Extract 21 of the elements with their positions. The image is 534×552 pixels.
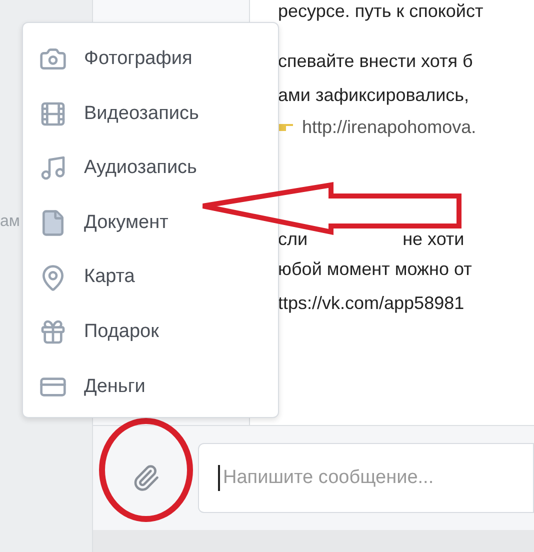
menu-item[interactable]: Карта xyxy=(23,250,143,305)
menu-item[interactable]: Подарок xyxy=(23,304,167,360)
sidebar-text: ам xyxy=(0,213,20,230)
menu-item[interactable]: Фотография xyxy=(23,32,200,87)
menu-item[interactable]: Документ xyxy=(23,196,176,250)
music-note-icon xyxy=(39,154,67,182)
message-text: юбой момент можно от xyxy=(278,258,472,281)
message-text: сли xyxy=(278,228,308,251)
film-icon xyxy=(39,100,67,128)
menu-item[interactable]: Видеозапись xyxy=(23,86,207,142)
message-text: спевайте внести хотя б xyxy=(278,50,473,73)
message-text: ами зафиксировались, xyxy=(278,84,470,107)
message-text: ресурсе. путь к спокойст xyxy=(278,0,484,23)
menu-item[interactable]: Деньги xyxy=(23,360,154,414)
message-text: не хоти xyxy=(402,228,464,251)
message-text: ttps://vk.com/app58981 xyxy=(278,292,464,315)
paperclip-icon xyxy=(132,464,160,492)
menu-item[interactable]: Аудиозапись xyxy=(23,141,205,196)
message-link[interactable]: http://irenapohomova. xyxy=(302,112,476,142)
message-input[interactable]: Напишите сообщение... xyxy=(198,443,534,513)
gift-icon xyxy=(39,318,67,346)
